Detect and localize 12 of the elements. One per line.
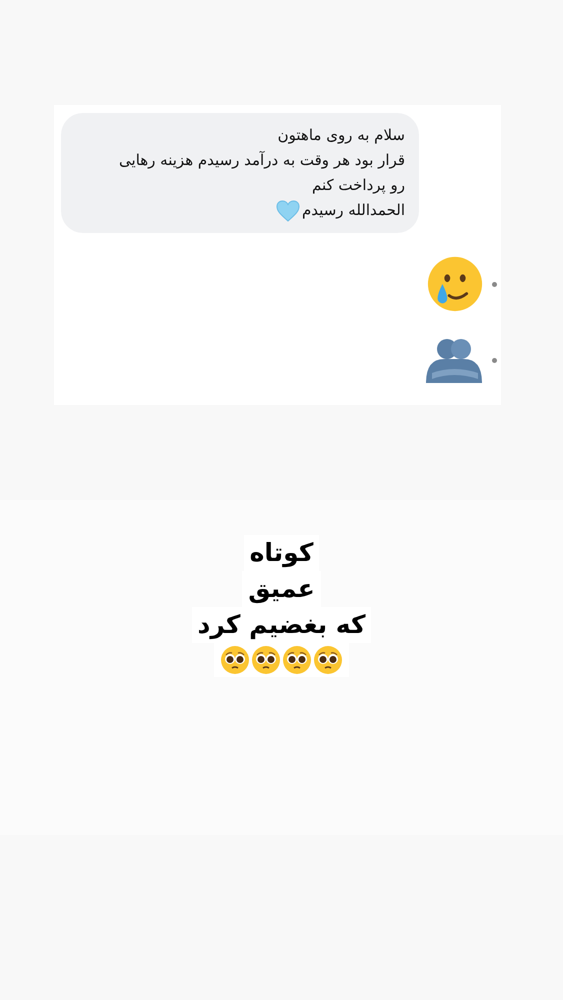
caption-text: که بغضیم کرد	[192, 607, 372, 643]
message-text: الحمدالله رسیدم	[302, 200, 405, 221]
caption-text: عمیق	[242, 571, 321, 607]
message-text: رو پرداخت کنم	[312, 175, 405, 196]
message-text: سلام به روی ماهتون	[278, 125, 405, 146]
heart-icon	[276, 200, 300, 222]
dot-icon	[492, 282, 497, 286]
hugging-people-icon	[424, 337, 484, 383]
dot-icon	[492, 358, 497, 362]
crying-face-icon	[426, 255, 484, 313]
caption-text: کوتاه	[244, 535, 320, 571]
message-text: قرار بود هر وقت به درآمد رسیدم هزینه رهایی	[119, 150, 405, 171]
